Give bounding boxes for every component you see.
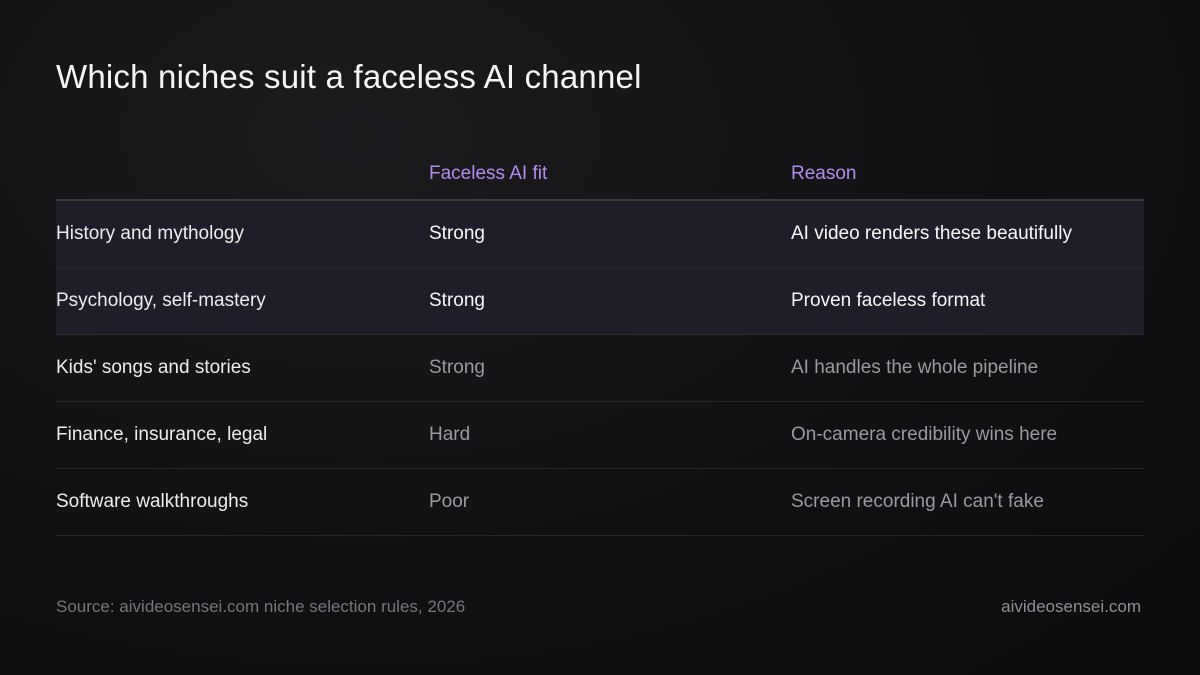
fit-cell: Strong xyxy=(429,290,485,311)
reason-cell: AI handles the whole pipeline xyxy=(791,357,1039,378)
table-row: Software walkthroughs Poor Screen record… xyxy=(56,469,1144,536)
reason-cell: Screen recording AI can't fake xyxy=(791,491,1044,512)
fit-cell: Hard xyxy=(429,424,471,445)
niche-cell: Psychology, self-mastery xyxy=(56,290,266,311)
table-row: Psychology, self-mastery Strong Proven f… xyxy=(56,268,1144,335)
column-header-fit: Faceless AI fit xyxy=(429,163,548,184)
niche-cell: Kids' songs and stories xyxy=(56,357,251,378)
fit-cell: Strong xyxy=(429,357,485,378)
table-row: History and mythology Strong AI video re… xyxy=(56,201,1144,268)
table-header-row: Faceless AI fit Reason xyxy=(56,150,1144,201)
fit-cell: Poor xyxy=(429,491,470,512)
niche-table: Faceless AI fit Reason History and mytho… xyxy=(56,150,1144,536)
fit-cell: Strong xyxy=(429,223,485,244)
source-note: Source: aivideosensei.com niche selectio… xyxy=(56,597,466,616)
niche-cell: History and mythology xyxy=(56,223,244,244)
page-title: Which niches suit a faceless AI channel xyxy=(56,58,642,95)
niche-cell: Finance, insurance, legal xyxy=(56,424,268,445)
table-row: Finance, insurance, legal Hard On-camera… xyxy=(56,402,1144,469)
reason-cell: Proven faceless format xyxy=(791,290,986,311)
reason-cell: AI video renders these beautifully xyxy=(791,223,1072,244)
table-row: Kids' songs and stories Strong AI handle… xyxy=(56,335,1144,402)
reason-cell: On-camera credibility wins here xyxy=(791,424,1058,445)
column-header-reason: Reason xyxy=(791,163,857,184)
site-link[interactable]: aivideosensei.com xyxy=(1001,597,1141,617)
niche-cell: Software walkthroughs xyxy=(56,491,249,512)
